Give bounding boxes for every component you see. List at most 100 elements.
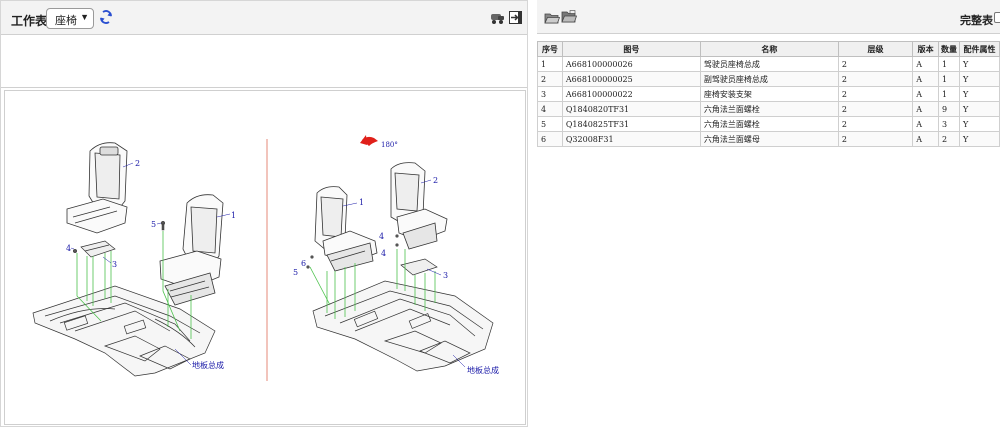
cell-version: A bbox=[912, 101, 940, 117]
diagram-pane: 工作表 座椅 ▼ 2 1 5 4 3 地板总成 180° 1 2 4 4 6 5… bbox=[0, 0, 528, 427]
cell-level: 2 bbox=[837, 71, 914, 87]
cell-version: A bbox=[912, 71, 940, 87]
cell-qty: 2 bbox=[938, 131, 961, 147]
callout-5: 5 bbox=[151, 220, 156, 229]
parts-pane: 完整表 序号 图号 名称 层级 版本 数量 配件属性 1 A66810000002… bbox=[537, 0, 1000, 427]
header-level[interactable]: 层级 bbox=[837, 41, 914, 57]
callout-3: 3 bbox=[112, 260, 117, 269]
cell-drawing-no: Q32008F31 bbox=[561, 131, 701, 147]
right-driver-seat-drawing bbox=[314, 186, 378, 272]
cell-level: 2 bbox=[837, 116, 914, 132]
cell-level: 2 bbox=[837, 101, 914, 117]
cell-name: 驾驶员座椅总成 bbox=[699, 56, 839, 72]
cell-version: A bbox=[912, 86, 940, 102]
cell-attr: Y bbox=[959, 101, 1000, 117]
rotate-180-indicator: 180° bbox=[360, 135, 398, 149]
callout-r6: 6 bbox=[301, 259, 306, 268]
parts-toolbar: 完整表 bbox=[537, 0, 1000, 34]
cell-qty: 1 bbox=[938, 86, 961, 102]
cell-name: 六角法兰面螺栓 bbox=[699, 116, 839, 132]
cell-seq: 4 bbox=[537, 101, 563, 117]
cell-drawing-no: Q1840825TF31 bbox=[561, 116, 701, 132]
cell-seq: 2 bbox=[537, 71, 563, 87]
cell-attr: Y bbox=[959, 131, 1000, 147]
worksheet-select-value: 座椅 bbox=[55, 15, 77, 27]
header-qty[interactable]: 数量 bbox=[938, 41, 961, 57]
table-row[interactable]: 6 Q32008F31 六角法兰面螺母 2 A 2 Y bbox=[537, 131, 1000, 147]
car-view-icon[interactable] bbox=[489, 11, 505, 25]
diagram-toolbar: 工作表 座椅 ▼ bbox=[1, 1, 527, 35]
cell-name: 六角法兰面螺栓 bbox=[699, 101, 839, 117]
cell-drawing-no: Q1840820TF31 bbox=[561, 101, 701, 117]
header-seq[interactable]: 序号 bbox=[537, 41, 563, 57]
floor-label-right: 地板总成 bbox=[467, 365, 499, 375]
right-passenger-seat-drawing bbox=[390, 162, 448, 250]
callout-2: 2 bbox=[135, 159, 140, 168]
exit-icon[interactable] bbox=[509, 11, 522, 24]
refresh-icon[interactable] bbox=[99, 9, 113, 25]
cell-attr: Y bbox=[959, 86, 1000, 102]
cell-level: 2 bbox=[837, 131, 914, 147]
cell-level: 2 bbox=[837, 56, 914, 72]
cell-attr: Y bbox=[959, 56, 1000, 72]
floor-label-left: 地板总成 bbox=[192, 360, 224, 370]
open-folder-alt-icon[interactable] bbox=[561, 10, 577, 24]
cell-attr: Y bbox=[959, 116, 1000, 132]
cell-qty: 1 bbox=[938, 56, 961, 72]
right-floor-drawing bbox=[312, 280, 494, 372]
left-passenger-seat-drawing bbox=[66, 142, 128, 234]
header-name[interactable]: 名称 bbox=[699, 41, 839, 57]
cell-seq: 6 bbox=[537, 131, 563, 147]
callout-r5: 5 bbox=[293, 268, 298, 277]
cell-level: 2 bbox=[837, 86, 914, 102]
cell-seq: 5 bbox=[537, 116, 563, 132]
cell-seq: 1 bbox=[537, 56, 563, 72]
table-row[interactable]: 1 A668100000026 驾驶员座椅总成 2 A 1 Y bbox=[537, 56, 1000, 72]
table-row[interactable]: 5 Q1840825TF31 六角法兰面螺栓 2 A 3 Y bbox=[537, 116, 1000, 132]
table-row[interactable]: 4 Q1840820TF31 六角法兰面螺栓 2 A 9 Y bbox=[537, 101, 1000, 117]
table-row[interactable]: 3 A668100000022 座椅安装支架 2 A 1 Y bbox=[537, 86, 1000, 102]
worksheet-label: 工作表 bbox=[11, 14, 48, 28]
right-bracket-drawing bbox=[400, 258, 438, 276]
callout-r1: 1 bbox=[359, 198, 364, 207]
callout-1: 1 bbox=[231, 211, 236, 220]
complete-table-checkbox[interactable] bbox=[994, 12, 1000, 23]
exploded-diagram[interactable]: 2 1 5 4 3 地板总成 180° 1 2 4 4 6 5 3 地板总成 bbox=[4, 90, 526, 425]
cell-qty: 9 bbox=[938, 101, 961, 117]
chevron-down-icon: ▼ bbox=[80, 12, 89, 22]
header-drawing-no[interactable]: 图号 bbox=[561, 41, 701, 57]
app-root: 工作表 座椅 ▼ 2 1 5 4 3 地板总成 180° 1 2 4 4 6 5… bbox=[0, 0, 1000, 427]
left-driver-seat-drawing bbox=[159, 194, 224, 306]
parts-table-body: 1 A668100000026 驾驶员座椅总成 2 A 1 Y 2 A668100000025 副… bbox=[537, 56, 1000, 147]
callout-r4b: 4 bbox=[381, 249, 386, 258]
parts-table-header: 序号 图号 名称 层级 版本 数量 配件属性 bbox=[537, 41, 1000, 57]
open-folder-icon[interactable] bbox=[544, 11, 560, 25]
callout-4: 4 bbox=[66, 244, 71, 253]
table-row[interactable]: 2 A668100000025 副驾驶员座椅总成 2 A 1 Y bbox=[537, 71, 1000, 87]
diagram-info-area bbox=[1, 36, 527, 88]
cell-drawing-no: A668100000025 bbox=[561, 71, 701, 87]
cell-drawing-no: A668100000022 bbox=[561, 86, 701, 102]
cell-version: A bbox=[912, 56, 940, 72]
header-attr[interactable]: 配件属性 bbox=[959, 41, 1000, 57]
pane-splitter[interactable] bbox=[528, 0, 537, 427]
cell-attr: Y bbox=[959, 71, 1000, 87]
diagram-canvas: 2 1 5 4 3 地板总成 180° 1 2 4 4 6 5 3 地板总成 bbox=[32, 135, 499, 381]
cell-drawing-no: A668100000026 bbox=[561, 56, 701, 72]
cell-version: A bbox=[912, 131, 940, 147]
cell-qty: 1 bbox=[938, 71, 961, 87]
complete-table-label: 完整表 bbox=[960, 15, 993, 27]
cell-name: 六角法兰面螺母 bbox=[699, 131, 839, 147]
worksheet-select[interactable]: 座椅 ▼ bbox=[46, 8, 94, 29]
cell-seq: 3 bbox=[537, 86, 563, 102]
cell-version: A bbox=[912, 116, 940, 132]
header-version[interactable]: 版本 bbox=[912, 41, 940, 57]
parts-table: 序号 图号 名称 层级 版本 数量 配件属性 1 A668100000026 驾驶员… bbox=[537, 41, 1000, 147]
callout-r2: 2 bbox=[433, 176, 438, 185]
cell-name: 座椅安装支架 bbox=[699, 86, 839, 102]
callout-r3: 3 bbox=[443, 271, 448, 280]
left-bracket-drawing bbox=[80, 240, 116, 258]
cell-qty: 3 bbox=[938, 116, 961, 132]
callout-r4a: 4 bbox=[379, 232, 384, 241]
cell-name: 副驾驶员座椅总成 bbox=[699, 71, 839, 87]
